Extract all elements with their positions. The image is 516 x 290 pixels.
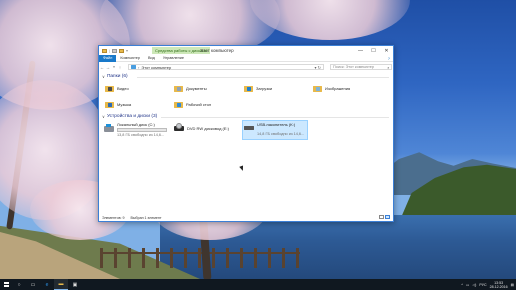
content-area: ∨ Папки (6) Видео Документы Загрузки Изо… [99,72,393,216]
search-taskbar-icon[interactable]: ○ [12,279,26,290]
folder-item-pictures[interactable]: Изображения [313,83,350,93]
minimize-button[interactable]: — [354,46,367,55]
downloads-folder-icon [244,84,253,92]
drive-name: DVD RW дисковод (E:) [187,126,229,131]
group-divider [161,117,389,118]
explorer-app-icon[interactable] [102,48,107,53]
tab-file[interactable]: Файл [99,54,117,62]
usb-drive-icon [244,126,254,130]
devices-group-header[interactable]: ∨ Устройства и диски (3) [102,113,157,120]
status-selected: Выбран 1 элемент [130,215,162,220]
network-icon[interactable]: ▭ [466,283,469,287]
close-button[interactable]: ✕ [380,46,393,55]
volume-icon[interactable]: ◁) [472,283,476,287]
wallpaper-fence [100,248,300,268]
system-tray: ^ ▭ ◁) РУС 13:53 28.12.2016 ▤ [461,279,514,290]
folder-label: Документы [186,85,207,91]
folders-group-header[interactable]: ∨ Папки (6) [102,73,128,80]
clock[interactable]: 13:53 28.12.2016 [490,281,508,289]
folder-label: Видео [117,85,129,91]
drive-item-e[interactable]: DVD RW дисковод (E:) [174,122,239,140]
documents-folder-icon [174,84,183,92]
folder-item-documents[interactable]: Документы [174,83,207,93]
cherry-blossom [250,0,410,40]
task-view-icon[interactable]: ▭ [26,279,40,290]
clock-date: 28.12.2016 [489,284,508,289]
search-icon: ⌕ [387,64,390,70]
details-view-icon[interactable] [379,215,384,219]
drive-name: Локальный диск (C:) [117,122,155,127]
start-button[interactable] [0,279,12,290]
search-placeholder: Поиск: Этот компьютер [333,65,375,69]
desktop-folder-icon [174,100,183,108]
new-folder-icon[interactable] [119,48,125,53]
explorer-window: | ▾ Средства работы с дисками Этот компь… [98,45,394,222]
folder-item-music[interactable]: Музыка [105,99,131,109]
folder-item-downloads[interactable]: Загрузки [244,83,272,93]
group-divider [137,77,389,78]
drive-item-k[interactable]: USB-накопитель (K:) 14,8 ГБ свободно из … [242,120,308,140]
dvd-drive-icon [174,123,184,131]
address-bar[interactable]: › Этот компьютер ▾ ↻ [128,64,324,70]
tiles-view-icon[interactable] [385,215,390,219]
view-switcher [379,215,390,219]
breadcrumb-chevron-icon[interactable]: › [138,65,139,70]
windows-logo-icon [3,282,9,287]
address-path[interactable]: Этот компьютер [141,65,171,70]
tray-arrow-icon[interactable]: ^ [461,283,463,287]
language-indicator[interactable]: РУС [479,283,486,287]
folders-group-title: Папки (6) [106,74,128,79]
folder-item-video[interactable]: Видео [105,83,129,93]
notifications-icon[interactable]: ▤ [511,283,514,287]
tab-manage[interactable]: Управление [159,55,188,62]
devices-group-title: Устройства и диски (3) [106,114,158,119]
ribbon-tabs: Файл Компьютер Вид Управление ? [99,54,393,62]
window-controls: — ☐ ✕ [354,46,393,55]
help-icon[interactable]: ? [388,56,390,61]
this-pc-icon [131,65,136,69]
store-icon[interactable]: ▣ [68,279,82,290]
music-folder-icon [105,100,114,108]
pictures-folder-icon [313,84,322,92]
folder-label: Рабочий стол [186,101,212,107]
search-input[interactable]: Поиск: Этот компьютер ⌕ [330,64,392,70]
video-folder-icon [105,84,114,92]
folder-label: Музыка [117,101,132,107]
edge-browser-icon[interactable]: e [40,279,54,290]
tab-computer[interactable]: Компьютер [116,55,144,62]
navigation-bar: ← → ▾ ↑ › Этот компьютер ▾ ↻ Поиск: Этот… [99,63,393,71]
local-disk-icon [104,124,114,132]
folder-item-desktop[interactable]: Рабочий стол [174,99,211,109]
status-bar: Элементов: 9 Выбран 1 элемент [99,214,393,221]
up-button[interactable]: ↑ [117,65,123,70]
collapse-chevron-icon[interactable]: ∨ [102,74,105,79]
folder-label: Загрузки [256,85,273,91]
drive-free-space: 14,8 ГБ свободно из 14,6... [257,132,305,136]
file-explorer-taskbar-icon[interactable]: ▬ [54,279,68,290]
drive-item-c[interactable]: Локальный диск (C:) 13,8 ГБ свободно из … [104,122,172,140]
drive-usage-bar [117,128,167,132]
folder-label: Изображения [325,85,351,91]
drive-free-space: 13,8 ГБ свободно из 14,6... [117,133,165,137]
collapse-chevron-icon[interactable]: ∨ [102,114,105,119]
maximize-button[interactable]: ☐ [367,46,380,55]
drive-name: USB-накопитель (K:) [257,122,296,127]
status-item-count: Элементов: 9 [102,215,125,220]
tab-view[interactable]: Вид [144,55,159,62]
taskbar: ○ ▭ e ▬ ▣ ^ ▭ ◁) РУС 13:53 28.12.2016 ▤ [0,279,516,290]
qat-dropdown-icon[interactable]: ▾ [126,48,128,53]
qat-separator: | [109,48,111,53]
refresh-icon[interactable]: ▾ ↻ [315,65,321,71]
properties-icon[interactable] [112,48,118,53]
wallpaper-fence-rail [100,252,300,254]
window-title: Этот компьютер [200,48,234,53]
